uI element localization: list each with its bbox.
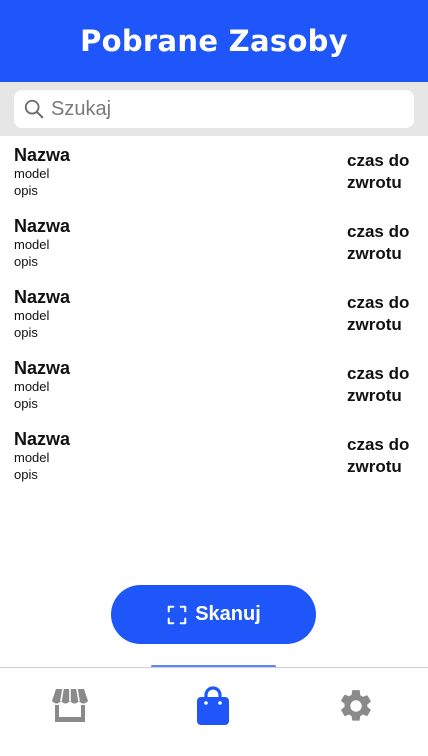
item-description: opis (14, 467, 38, 482)
nav-item-store[interactable] (50, 686, 90, 726)
item-description: opis (14, 396, 38, 411)
item-description: opis (14, 325, 38, 340)
item-description: opis (14, 254, 38, 269)
bottom-navigation (0, 667, 428, 756)
page-title: Pobrane Zasoby (80, 24, 348, 58)
nav-item-downloads[interactable] (193, 686, 233, 726)
item-return-time: czas do zwrotu (347, 221, 417, 265)
store-icon (52, 688, 88, 722)
list-item[interactable]: Nazwa model opis czas do zwrotu (0, 278, 428, 349)
item-return-time: czas do zwrotu (347, 292, 417, 336)
shopping-bag-icon (197, 686, 229, 725)
return-time-line2: zwrotu (347, 173, 402, 192)
search-icon (24, 99, 44, 119)
return-time-line2: zwrotu (347, 457, 402, 476)
list-item[interactable]: Nazwa model opis czas do zwrotu (0, 420, 428, 491)
item-return-time: czas do zwrotu (347, 150, 417, 194)
search-box[interactable] (14, 90, 414, 128)
item-name: Nazwa (14, 358, 71, 378)
return-time-line2: zwrotu (347, 244, 402, 263)
nav-item-settings[interactable] (336, 686, 376, 726)
return-time-line1: czas do (347, 293, 410, 312)
return-time-line1: czas do (347, 222, 410, 241)
item-model: model (14, 379, 50, 394)
item-name: Nazwa (14, 429, 71, 449)
item-name: Nazwa (14, 287, 71, 307)
item-name: Nazwa (14, 145, 71, 165)
scan-frame-icon (167, 605, 187, 624)
item-model: model (14, 237, 50, 252)
scan-button-label: Skanuj (195, 603, 261, 625)
item-info: Nazwa model opis (14, 429, 70, 483)
app-header: Pobrane Zasoby (0, 0, 428, 82)
item-return-time: czas do zwrotu (347, 363, 417, 407)
item-list: Nazwa model opis czas do zwrotu Nazwa mo… (0, 136, 428, 491)
item-model: model (14, 450, 50, 465)
list-item[interactable]: Nazwa model opis czas do zwrotu (0, 349, 428, 420)
item-return-time: czas do zwrotu (347, 434, 417, 478)
gear-icon (341, 690, 371, 721)
return-time-line1: czas do (347, 151, 410, 170)
item-description: opis (14, 183, 38, 198)
search-bar (0, 82, 428, 136)
item-name: Nazwa (14, 216, 71, 236)
return-time-line1: czas do (347, 364, 410, 383)
item-info: Nazwa model opis (14, 287, 70, 341)
list-item[interactable]: Nazwa model opis czas do zwrotu (0, 136, 428, 207)
scan-button[interactable]: Skanuj (111, 585, 316, 644)
return-time-line1: czas do (347, 435, 410, 454)
item-info: Nazwa model opis (14, 358, 70, 412)
item-info: Nazwa model opis (14, 216, 70, 270)
item-model: model (14, 308, 50, 323)
list-item[interactable]: Nazwa model opis czas do zwrotu (0, 207, 428, 278)
return-time-line2: zwrotu (347, 386, 402, 405)
search-input[interactable] (51, 97, 414, 121)
item-model: model (14, 166, 50, 181)
item-info: Nazwa model opis (14, 145, 70, 199)
return-time-line2: zwrotu (347, 315, 402, 334)
